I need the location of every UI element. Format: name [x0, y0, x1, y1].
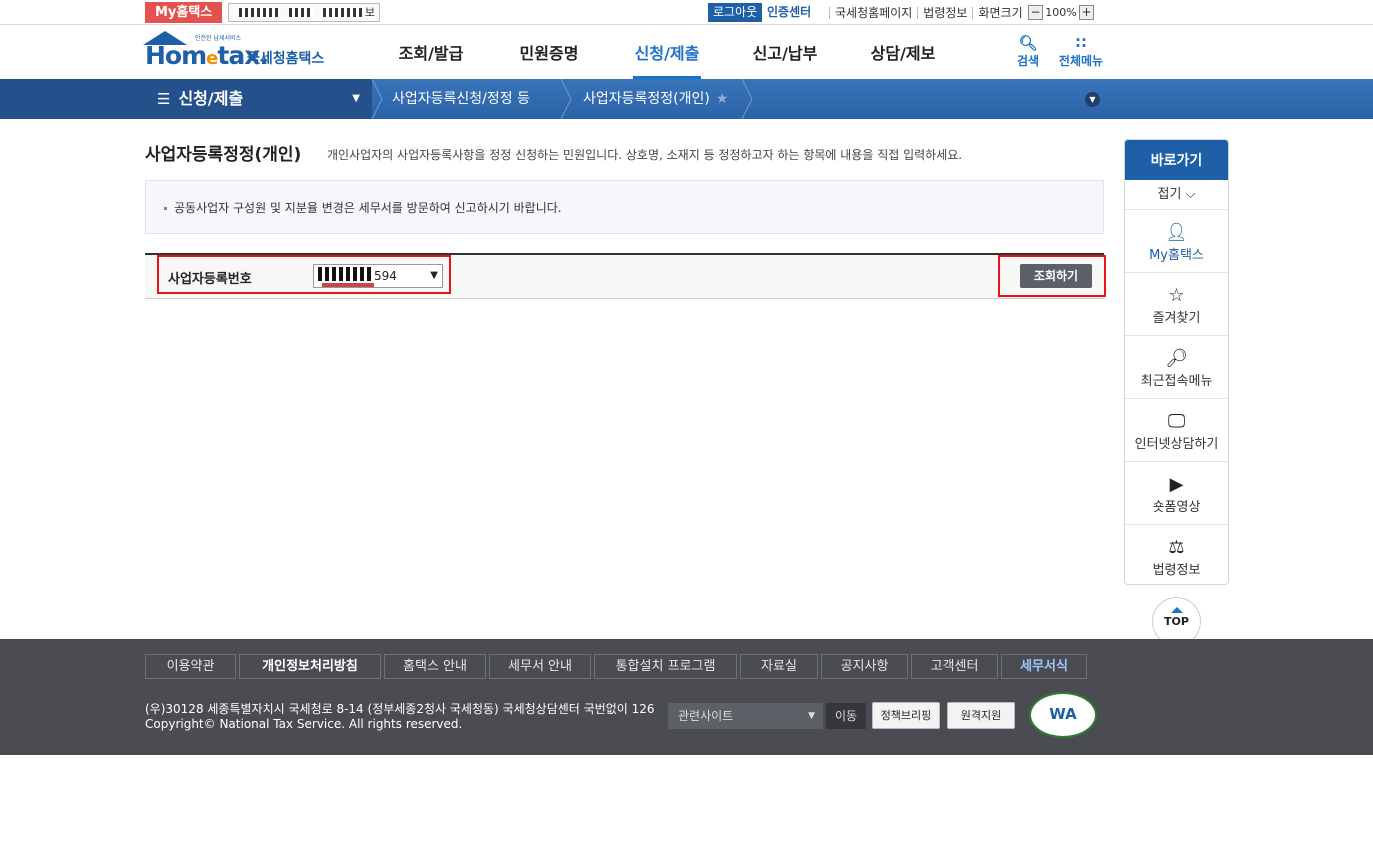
caret-down-icon: ▼ [808, 711, 815, 721]
user-name-suffix: 보 [364, 6, 375, 19]
global-nav: 조회/발급 민원증명 신청/제출 신고/납부 상담/제보 [372, 25, 962, 79]
highlight-box-lookup [998, 255, 1106, 297]
footer-link-hometax-guide[interactable]: 홈택스 안내 [384, 654, 486, 679]
chevron-separator-icon [560, 79, 572, 119]
quick-favorites[interactable]: ☆ 즐겨찾기 [1125, 273, 1228, 336]
page-description: 개인사업자의 사업자등록사항을 정정 신청하는 민원입니다. 상호명, 소재지 … [327, 148, 963, 162]
quick-recent-menu[interactable]: 🔎︎ 최근접속메뉴 [1125, 336, 1228, 399]
utility-bar: My홈택스 보 로그아웃 인증센터 국세청홈페이지 법령정보 화면크기 − 10… [0, 0, 1373, 25]
redacted-name [323, 8, 363, 17]
person-icon: 👤︎ [1165, 222, 1188, 243]
quick-internet-consult[interactable]: 🖵︎ 인터넷상담하기 [1125, 399, 1228, 462]
monitor-icon: 🖵︎ [1167, 411, 1186, 432]
arrow-up-icon [1170, 607, 1183, 613]
footer-link-install[interactable]: 통합설치 프로그램 [594, 654, 737, 679]
zoom-out-button[interactable]: − [1028, 5, 1043, 20]
gnb-certificates[interactable]: 민원증명 [490, 25, 608, 79]
notice-box: 공동사업자 구성원 및 지분율 변경은 세무서를 방문하여 신고하시기 바랍니다… [145, 180, 1104, 234]
grid-icon: ∷ [1075, 34, 1087, 52]
play-icon: ▶ [1169, 474, 1184, 495]
zoom-control: − 100% + [1028, 4, 1094, 21]
hamburger-icon: ☰ [157, 90, 171, 108]
page: My홈택스 보 로그아웃 인증센터 국세청홈페이지 법령정보 화면크기 − 10… [0, 0, 1373, 852]
util-links: 국세청홈페이지 법령정보 화면크기 [829, 3, 1028, 19]
quick-shortform-video[interactable]: ▶ 숏폼영상 [1125, 462, 1228, 525]
bullet-icon [164, 207, 167, 210]
gnb-filing[interactable]: 신고/납부 [726, 25, 844, 79]
highlight-box-brn [157, 255, 451, 294]
policy-briefing-button[interactable]: 정책브리핑 [872, 702, 940, 729]
cert-center-link[interactable]: 인증센터 [767, 3, 811, 22]
breadcrumb-item-current[interactable]: 사업자등록정정(개인) ★ [583, 79, 728, 119]
redacted-name [239, 8, 279, 17]
remote-support-button[interactable]: 원격지원 [947, 702, 1015, 729]
hometax-logo[interactable]: 안전한 납세서비스 Hometax. 국세청홈택스 [143, 31, 328, 75]
breadcrumb-item-registration[interactable]: 사업자등록신청/정정 등 [392, 79, 530, 119]
footer-link-archive[interactable]: 자료실 [740, 654, 818, 679]
recent-icon: 🔎︎ [1165, 348, 1188, 369]
page-title: 사업자등록정정(개인) [145, 145, 302, 165]
gavel-icon: ⚖︎ [1168, 537, 1185, 558]
nts-homepage-link[interactable]: 국세청홈페이지 [829, 7, 917, 19]
gnb-inquiry[interactable]: 조회/발급 [372, 25, 490, 79]
law-info-link[interactable]: 법령정보 [917, 7, 972, 19]
footer-link-notice[interactable]: 공지사항 [821, 654, 908, 679]
header-search-button[interactable]: 🔍︎ 검색 [1008, 34, 1048, 69]
user-name-box: 보 [228, 3, 380, 22]
zoom-value: 100% [1045, 6, 1077, 19]
breadcrumb-main-label: 신청/제출 [178, 89, 244, 108]
footer-address: (우)30128 세종특별자치시 국세청로 8-14 (정부세종2청사 국세청동… [145, 702, 655, 731]
logo-korean: 국세청홈택스 [247, 51, 325, 67]
quick-menu-title: 바로가기 [1125, 140, 1228, 180]
footer-link-terms[interactable]: 이용약관 [145, 654, 236, 679]
breadcrumb-main-menu[interactable]: ☰ 신청/제출 ▼ [145, 79, 370, 119]
my-hometax-badge[interactable]: My홈택스 [145, 2, 223, 23]
related-sites-go-button[interactable]: 이동 [826, 703, 866, 729]
gnb-consult[interactable]: 상담/제보 [844, 25, 962, 79]
chevron-separator-icon [741, 79, 753, 119]
logout-button[interactable]: 로그아웃 [708, 3, 763, 22]
footer: 이용약관 개인정보처리방침 홈택스 안내 세무서 안내 통합설치 프로그램 자료… [0, 639, 1373, 755]
screen-size-label: 화면크기 [972, 7, 1027, 19]
footer-link-customer-center[interactable]: 고객센터 [911, 654, 998, 679]
notice-text: 공동사업자 구성원 및 지분율 변경은 세무서를 방문하여 신고하시기 바랍니다… [164, 199, 562, 216]
zoom-in-button[interactable]: + [1079, 5, 1094, 20]
all-menu-label: 전체메뉴 [1058, 54, 1104, 68]
wa-certification-mark: WA [1029, 692, 1097, 738]
footer-link-taxoffice-guide[interactable]: 세무서 안내 [489, 654, 591, 679]
search-icon: 🔍︎ [1018, 34, 1038, 52]
header: 안전한 납세서비스 Hometax. 국세청홈택스 조회/발급 민원증명 신청/… [0, 25, 1373, 79]
chevron-separator-icon [371, 79, 383, 119]
quick-my-hometax[interactable]: 👤︎ My홈택스 [1125, 210, 1228, 273]
all-menu-button[interactable]: ∷ 전체메뉴 [1053, 34, 1109, 69]
expand-circle-icon[interactable]: ▼ [1085, 92, 1100, 107]
footer-links: 이용약관 개인정보처리방침 홈택스 안내 세무서 안내 통합설치 프로그램 자료… [145, 654, 1087, 679]
footer-link-tax-forms[interactable]: 세무서식 [1001, 654, 1087, 679]
quick-law-info[interactable]: ⚖︎ 법령정보 [1125, 525, 1228, 584]
favorite-star-icon[interactable]: ★ [716, 91, 729, 107]
related-sites-select[interactable]: 관련사이트 ▼ [668, 703, 823, 729]
star-icon: ☆ [1168, 285, 1185, 306]
footer-link-privacy[interactable]: 개인정보처리방침 [239, 654, 381, 679]
gnb-application[interactable]: 신청/제출 [608, 25, 726, 79]
search-label: 검색 [1016, 54, 1040, 68]
caret-down-icon: ▼ [352, 93, 360, 104]
redacted-name [289, 8, 313, 17]
quick-menu: 바로가기 접기 ⌵ 👤︎ My홈택스 ☆ 즐겨찾기 🔎︎ 최근접속메뉴 🖵︎ 인… [1124, 139, 1229, 585]
quick-menu-fold[interactable]: 접기 ⌵ [1125, 180, 1228, 210]
